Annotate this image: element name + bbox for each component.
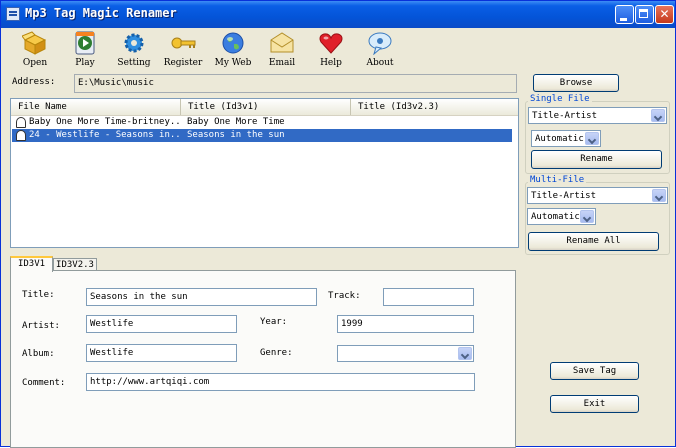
toolbar-setting-label: Setting: [117, 58, 151, 68]
multi-file-format-select[interactable]: Title-Artist: [527, 187, 668, 204]
comment-label: Comment:: [22, 378, 66, 388]
toolbar-help-button[interactable]: Help: [305, 30, 357, 70]
globe-icon: [222, 32, 244, 54]
multi-file-title: Multi-File: [528, 175, 587, 185]
single-file-case-select[interactable]: Automatic: [531, 130, 601, 147]
toolbar-play-button[interactable]: Play: [59, 30, 111, 70]
toolbar-myweb-button[interactable]: My Web: [207, 30, 259, 70]
minimize-button[interactable]: [615, 5, 634, 24]
toolbar-setting-button[interactable]: Setting: [108, 30, 160, 70]
music-file-icon: [16, 130, 26, 141]
chevron-down-icon[interactable]: [652, 189, 666, 202]
toolbar-help-label: Help: [320, 58, 342, 68]
heart-icon: [319, 33, 343, 54]
row-title-v1: Seasons in the sun: [187, 130, 285, 140]
multi-file-case-select[interactable]: Automatic: [527, 208, 596, 225]
address-label: Address:: [12, 77, 56, 87]
single-file-format-value: Title-Artist: [532, 111, 598, 121]
file-list-header: File Name Title (Id3v1) Title (Id3v2.3): [11, 99, 518, 116]
toolbar-about-label: About: [366, 58, 394, 68]
toolbar-register-label: Register: [163, 58, 203, 68]
exit-button[interactable]: Exit: [550, 395, 639, 413]
chevron-down-icon[interactable]: [585, 132, 599, 145]
envelope-icon: [270, 32, 294, 53]
year-field[interactable]: 1999: [337, 315, 474, 333]
row-title-v1: Baby One More Time: [187, 117, 285, 127]
track-field[interactable]: [383, 288, 474, 306]
app-window: Mp3 Tag Magic Renamer ✕ Open Play Settin…: [0, 0, 676, 448]
gear-icon: [124, 33, 144, 53]
music-file-icon: [16, 117, 26, 128]
chevron-down-icon[interactable]: [458, 347, 472, 360]
window-title: Mp3 Tag Magic Renamer: [25, 6, 177, 20]
year-label: Year:: [260, 317, 288, 327]
address-field[interactable]: E:\Music\music: [74, 74, 517, 93]
genre-select[interactable]: [337, 345, 474, 362]
artist-label: Artist:: [22, 321, 60, 331]
maximize-button[interactable]: [635, 5, 654, 24]
browse-button[interactable]: Browse: [533, 74, 619, 92]
file-list-row[interactable]: Baby One More Time-britney... Baby One M…: [12, 116, 512, 129]
single-file-format-select[interactable]: Title-Artist: [528, 107, 667, 124]
rename-all-button[interactable]: Rename All: [528, 232, 659, 251]
app-icon[interactable]: [6, 7, 20, 21]
close-button[interactable]: ✕: [655, 5, 674, 24]
toolbar-email-button[interactable]: Email: [256, 30, 308, 70]
toolbar: Open Play Setting Register My Web Email …: [1, 28, 675, 72]
multi-file-case-value: Automatic: [531, 212, 580, 222]
chevron-down-icon[interactable]: [651, 109, 665, 122]
toolbar-open-button[interactable]: Open: [9, 30, 61, 70]
column-title-id3v1[interactable]: Title (Id3v1): [181, 99, 351, 115]
title-bar[interactable]: Mp3 Tag Magic Renamer ✕: [1, 1, 675, 28]
play-icon: [75, 31, 95, 55]
tab-id3v2[interactable]: ID3V2.3: [53, 258, 97, 271]
comment-field[interactable]: http://www.artqiqi.com: [86, 373, 475, 391]
album-field[interactable]: Westlife: [86, 344, 237, 362]
toolbar-play-label: Play: [75, 58, 95, 68]
column-title-id3v2[interactable]: Title (Id3v2.3): [351, 99, 518, 115]
toolbar-about-button[interactable]: About: [354, 30, 406, 70]
album-label: Album:: [22, 349, 55, 359]
single-file-title: Single File: [528, 94, 592, 104]
toolbar-email-label: Email: [268, 58, 296, 68]
toolbar-register-button[interactable]: Register: [157, 30, 209, 70]
artist-field[interactable]: Westlife: [86, 315, 237, 333]
file-list[interactable]: File Name Title (Id3v1) Title (Id3v2.3) …: [10, 98, 519, 248]
column-file-name[interactable]: File Name: [11, 99, 181, 115]
key-icon: [171, 37, 196, 49]
chevron-down-icon[interactable]: [580, 210, 594, 223]
rename-button[interactable]: Rename: [531, 150, 662, 169]
row-file-name: 24 - Westlife - Seasons in...: [29, 130, 182, 140]
speech-bubble-icon: [368, 32, 392, 55]
title-label: Title:: [22, 290, 55, 300]
row-file-name: Baby One More Time-britney...: [29, 117, 182, 127]
file-list-row-selected[interactable]: 24 - Westlife - Seasons in... Seasons in…: [12, 129, 512, 142]
tab-id3v1[interactable]: ID3V1: [10, 256, 53, 272]
toolbar-open-label: Open: [22, 58, 48, 68]
single-file-case-value: Automatic: [535, 134, 584, 144]
open-box-icon: [22, 31, 47, 55]
save-tag-button[interactable]: Save Tag: [550, 362, 639, 380]
toolbar-myweb-label: My Web: [214, 58, 252, 68]
multi-file-format-value: Title-Artist: [531, 191, 597, 201]
track-label: Track:: [328, 291, 361, 301]
genre-label: Genre:: [260, 348, 293, 358]
title-field[interactable]: Seasons in the sun: [86, 288, 317, 306]
